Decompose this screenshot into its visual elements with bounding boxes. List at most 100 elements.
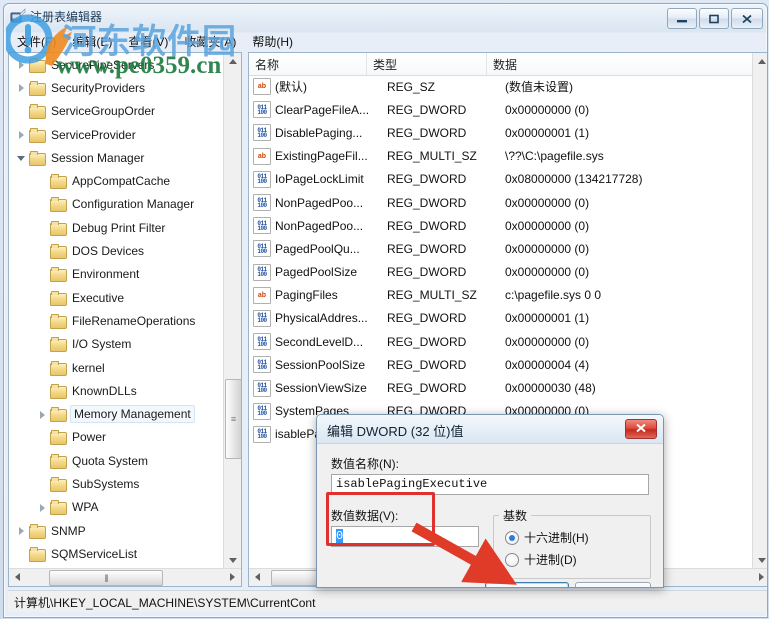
- registry-value-row[interactable]: 011 100 PhysicalAddres... REG_DWORD 0x000000…: [249, 307, 754, 330]
- value-name-cell: PagedPoolSize: [275, 265, 358, 280]
- tree-node[interactable]: SNMP: [9, 519, 224, 542]
- registry-value-row[interactable]: 011 100 IoPageLockLimit REG_DWORD 0x08000000…: [249, 168, 754, 191]
- value-data-field[interactable]: 0: [331, 526, 479, 547]
- tree-hscroll-thumb[interactable]: [49, 570, 163, 586]
- tree-node[interactable]: SecurePipeServers: [9, 53, 224, 76]
- tree-node[interactable]: WPA: [9, 496, 224, 519]
- registry-value-row[interactable]: 011 100 SecondLevelD... REG_DWORD 0x00000000…: [249, 330, 754, 353]
- menu-item-edit[interactable]: 编辑(E): [64, 31, 120, 52]
- window-controls: [667, 8, 763, 29]
- values-column-header[interactable]: 名称 类型 数据: [249, 53, 767, 76]
- registry-value-row[interactable]: 011 100 PagedPoolQu... REG_DWORD 0x00000000 …: [249, 237, 754, 260]
- tree-expander-collapsed-icon[interactable]: [15, 524, 28, 537]
- tree-expander-collapsed-icon[interactable]: [36, 501, 49, 514]
- tree-node-label: ServiceProvider: [51, 127, 136, 142]
- list-scroll-up-arrow-icon[interactable]: [753, 53, 767, 70]
- list-scroll-left-arrow-icon[interactable]: [249, 569, 266, 586]
- binary-value-icon: 011 100: [253, 170, 271, 188]
- tree-vertical-scrollbar[interactable]: [223, 53, 241, 569]
- tree-node[interactable]: Executive: [9, 286, 224, 309]
- tree-node[interactable]: Debug Print Filter: [9, 216, 224, 239]
- radio-hexadecimal[interactable]: 十六进制(H): [505, 529, 589, 546]
- registry-value-row[interactable]: 011 100 SessionViewSize REG_DWORD 0x00000030…: [249, 376, 754, 399]
- tree-node[interactable]: I/O System: [9, 333, 224, 356]
- tree-node[interactable]: KnownDLLs: [9, 379, 224, 402]
- tree-node[interactable]: SecurityProviders: [9, 76, 224, 99]
- tree-node[interactable]: kernel: [9, 356, 224, 379]
- tree-node[interactable]: SubSystems: [9, 472, 224, 495]
- tree-node-label: kernel: [72, 360, 105, 375]
- menu-item-view[interactable]: 查看(V): [120, 31, 176, 52]
- tree-node-label: SNMP: [51, 523, 86, 538]
- value-name-field[interactable]: isablePagingExecutive: [331, 474, 649, 495]
- registry-tree[interactable]: SecurePipeServers SecurityProviders Servic…: [9, 53, 224, 569]
- value-data-cell: 0x00000004 (4): [505, 357, 590, 372]
- menu-item-file[interactable]: 文件(F): [9, 31, 64, 52]
- close-button[interactable]: [731, 8, 763, 29]
- registry-value-row[interactable]: ab PagingFiles REG_MULTI_SZ c:\pagefile.sys…: [249, 284, 754, 307]
- tree-node[interactable]: AppCompatCache: [9, 169, 224, 192]
- list-scroll-down-arrow-icon[interactable]: [753, 552, 767, 569]
- tree-node[interactable]: Session Manager: [9, 146, 224, 169]
- value-data-cell: c:\pagefile.sys 0 0: [505, 288, 602, 303]
- pane-splitter[interactable]: [240, 52, 247, 585]
- tree-node-label: SecurePipeServers: [51, 57, 155, 72]
- tree-node-label: Quota System: [72, 453, 149, 468]
- tree-expander-collapsed-icon[interactable]: [15, 58, 28, 71]
- registry-value-row[interactable]: 011 100 DisablePaging... REG_DWORD 0x0000000…: [249, 121, 754, 144]
- tree-node[interactable]: SQMServiceList: [9, 542, 224, 565]
- scroll-down-arrow-icon[interactable]: [224, 552, 241, 569]
- binary-value-icon: 011 100: [253, 402, 271, 420]
- binary-value-icon: 011 100: [253, 333, 271, 351]
- maximize-button[interactable]: [699, 8, 729, 29]
- column-header[interactable]: 类型: [367, 53, 487, 75]
- tree-node-label: Configuration Manager: [72, 197, 195, 212]
- tree-node[interactable]: DOS Devices: [9, 239, 224, 262]
- registry-value-row[interactable]: ab ExistingPageFil... REG_MULTI_SZ \??\C:\p…: [249, 145, 754, 168]
- radio-hexadecimal-icon: [505, 530, 519, 545]
- list-vertical-scrollbar[interactable]: [752, 53, 767, 569]
- menu-item-help[interactable]: 帮助(H): [244, 31, 301, 52]
- minimize-button[interactable]: [667, 8, 697, 29]
- value-data-cell: 0x00000001 (1): [505, 125, 590, 140]
- registry-value-row[interactable]: 011 100 SessionPoolSize REG_DWORD 0x00000004…: [249, 353, 754, 376]
- tree-node[interactable]: Configuration Manager: [9, 193, 224, 216]
- tree-expander-collapsed-icon[interactable]: [36, 408, 49, 421]
- tree-node-label: SecurityProviders: [51, 80, 146, 95]
- registry-value-row[interactable]: 011 100 PagedPoolSize REG_DWORD 0x00000000 (…: [249, 261, 754, 284]
- list-scroll-right-arrow-icon[interactable]: [753, 569, 767, 586]
- tree-node[interactable]: Environment: [9, 263, 224, 286]
- ok-button[interactable]: 确定: [485, 582, 569, 587]
- column-header[interactable]: 数据: [487, 53, 754, 75]
- registry-key-folder-icon: [29, 80, 46, 96]
- menu-item-favorites[interactable]: 收藏夹(A): [176, 31, 244, 52]
- value-data-cell: 0x00000001 (1): [505, 311, 590, 326]
- tree-node[interactable]: Memory Management: [9, 402, 224, 425]
- tree-node[interactable]: Power: [9, 426, 224, 449]
- registry-value-row[interactable]: 011 100 NonPagedPoo... REG_DWORD 0x00000000 …: [249, 191, 754, 214]
- cancel-button[interactable]: 取消: [575, 582, 651, 587]
- tree-node[interactable]: FileRenameOperations: [9, 309, 224, 332]
- scroll-up-arrow-icon[interactable]: [224, 53, 241, 70]
- scroll-right-arrow-icon[interactable]: [224, 569, 241, 586]
- registry-value-row[interactable]: 011 100 ClearPageFileA... REG_DWORD 0x000000…: [249, 98, 754, 121]
- scroll-left-arrow-icon[interactable]: [9, 569, 26, 586]
- registry-value-row[interactable]: ab (默认) REG_SZ (数值未设置): [249, 75, 754, 98]
- tree-expander-expanded-icon[interactable]: [15, 151, 28, 164]
- registry-value-row[interactable]: 011 100 NonPagedPoo... REG_DWORD 0x00000000 …: [249, 214, 754, 237]
- dialog-close-button[interactable]: [625, 419, 657, 439]
- dialog-body: 数值名称(N): isablePagingExecutive 数值数据(V): …: [317, 443, 663, 587]
- tree-expander-collapsed-icon[interactable]: [15, 128, 28, 141]
- tree-node[interactable]: ServiceProvider: [9, 123, 224, 146]
- value-name-cell: SecondLevelD...: [275, 334, 364, 349]
- tree-horizontal-scrollbar[interactable]: [9, 568, 241, 586]
- tree-expander-collapsed-icon[interactable]: [15, 81, 28, 94]
- tree-node[interactable]: ServiceGroupOrder: [9, 100, 224, 123]
- tree-scroll-area: SecurePipeServers SecurityProviders Servic…: [9, 53, 224, 569]
- column-header[interactable]: 名称: [249, 53, 367, 75]
- value-data-cell: 0x00000000 (0): [505, 102, 590, 117]
- string-value-icon: ab: [253, 286, 271, 304]
- radio-decimal[interactable]: 十进制(D): [505, 551, 577, 568]
- registry-key-folder-icon: [29, 104, 46, 120]
- tree-node[interactable]: Quota System: [9, 449, 224, 472]
